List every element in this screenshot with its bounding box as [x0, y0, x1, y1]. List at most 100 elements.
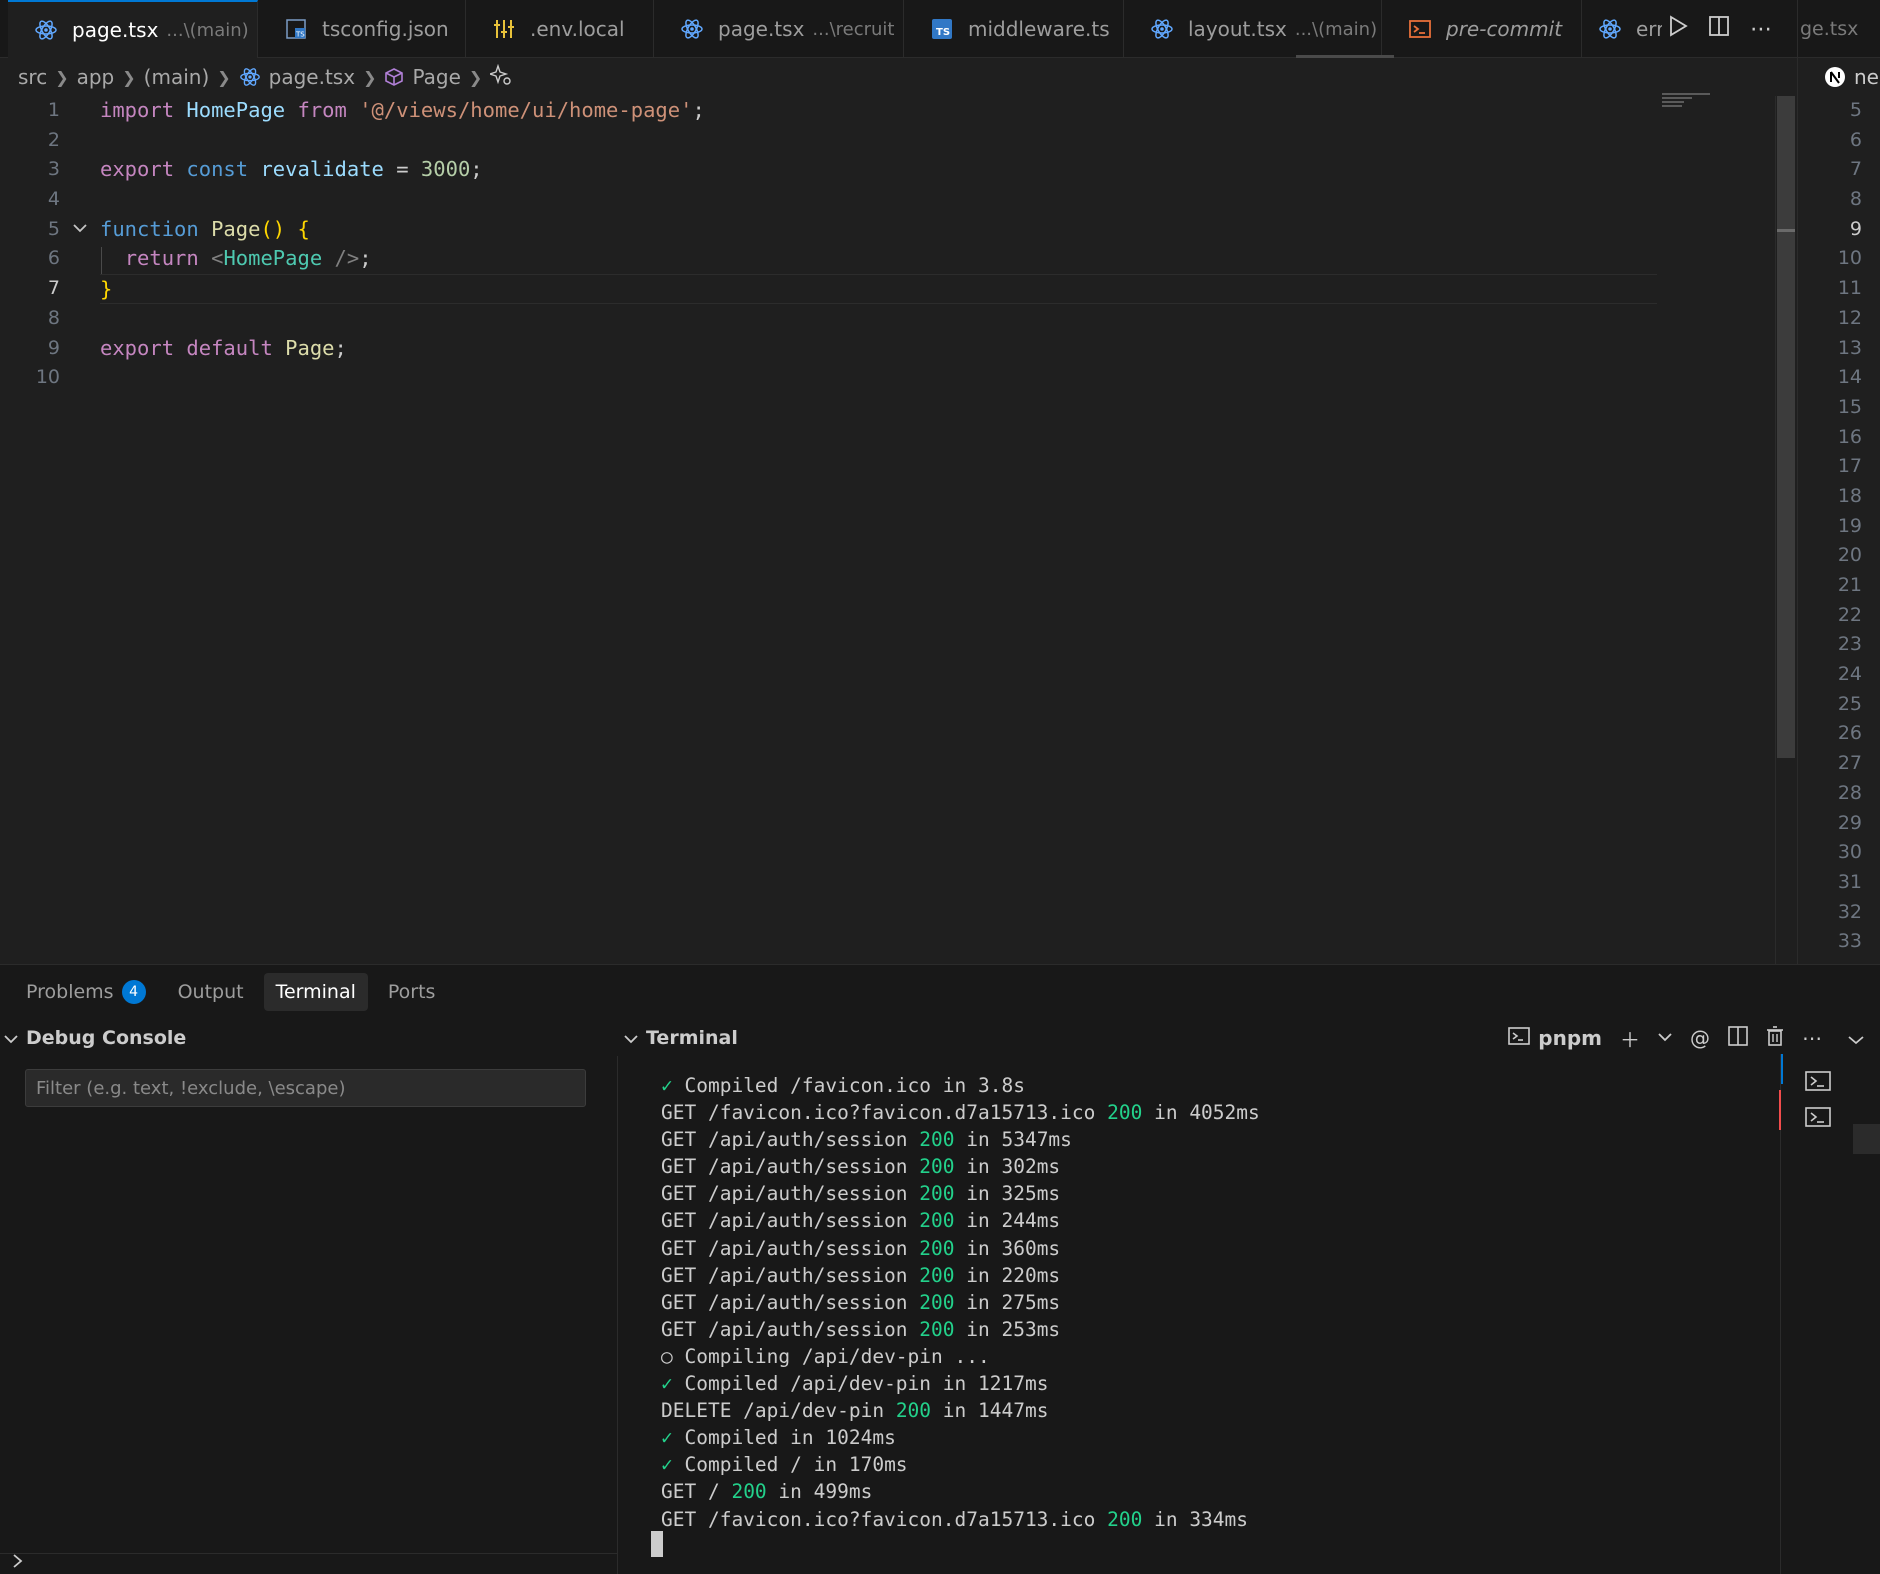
line-number: 21 — [1837, 574, 1862, 596]
at-mention-icon[interactable]: @ — [1690, 1026, 1710, 1050]
right-split-breadcrumb: ne — [1798, 58, 1880, 96]
http-status: 200 — [919, 1263, 955, 1287]
terminal-icon — [1508, 1026, 1531, 1051]
terminal-line: GET /api/auth/session 200 in 275ms — [661, 1289, 1771, 1316]
tab-problems[interactable]: Problems 4 — [14, 973, 158, 1011]
debug-console-title: Debug Console — [26, 1027, 187, 1049]
tab-pre-commit[interactable]: pre-commit — [1382, 0, 1582, 58]
line-number: 1 — [47, 99, 60, 121]
terminal-line: ○ Compiling /api/dev-pin ... — [661, 1343, 1771, 1370]
line-number: 31 — [1837, 870, 1862, 893]
fold-chevron-icon[interactable] — [72, 219, 88, 238]
tab-terminal[interactable]: Terminal — [263, 973, 368, 1011]
terminal-text: GET / — [661, 1480, 732, 1504]
chevron-right-icon: ❯ — [468, 67, 483, 87]
chevron-right-icon[interactable] — [12, 1553, 24, 1574]
tab-layout-tsx[interactable]: layout.tsx ...\(main) — [1124, 0, 1382, 58]
token: } — [100, 277, 113, 302]
debug-console-header[interactable]: Debug Console — [0, 1019, 618, 1057]
tab-tsconfig[interactable]: TS tsconfig.json — [258, 0, 466, 58]
terminal-output[interactable]: ✓ Compiled /favicon.ico in 3.8s GET /favi… — [661, 1072, 1771, 1533]
tab-page-tsx-main[interactable]: page.tsx ...\(main) ✕ — [8, 0, 258, 58]
new-terminal-icon[interactable]: ＋ — [1620, 1024, 1640, 1053]
line-number: 17 — [1837, 455, 1862, 478]
token: from — [297, 98, 347, 122]
split-terminal-icon[interactable] — [1728, 1025, 1748, 1051]
token: { — [297, 216, 310, 241]
run-icon[interactable] — [1668, 15, 1688, 43]
http-status: 200 — [1107, 1507, 1143, 1531]
tab-label: err — [1636, 17, 1662, 41]
success-check-icon: ✓ — [661, 1372, 673, 1396]
token: Page — [285, 335, 335, 360]
breadcrumb-src[interactable]: src — [18, 65, 47, 89]
terminal-line: GET /api/auth/session 200 in 244ms — [661, 1207, 1771, 1234]
tab-label: .env.local — [530, 17, 625, 41]
line-number: 14 — [1837, 366, 1862, 389]
http-status: 200 — [919, 1155, 955, 1179]
line-number: 25 — [1837, 692, 1862, 715]
scrollbar-cursor-marker — [1777, 229, 1795, 232]
tab-err[interactable]: err — [1582, 0, 1662, 58]
split-editor-icon[interactable] — [1708, 15, 1730, 43]
line-number-gutter: 1 2 3 4 5 6 7 8 9 10 — [0, 96, 60, 393]
terminal-text: GET /api/auth/session — [661, 1263, 920, 1287]
tab-label: Ports — [387, 981, 436, 1003]
react-icon — [1598, 17, 1622, 41]
chevron-down-icon[interactable] — [1848, 1026, 1864, 1050]
terminal-text: Compiled / in 170ms — [672, 1453, 908, 1477]
terminal-profile-name: pnpm — [1538, 1026, 1602, 1050]
line-number: 15 — [1837, 395, 1862, 418]
terminal-error-marker — [1779, 1090, 1781, 1130]
nextjs-icon — [1824, 66, 1846, 88]
breadcrumb-app[interactable]: app — [77, 65, 115, 89]
minimap[interactable] — [1662, 93, 1714, 113]
line-number: 11 — [1837, 277, 1862, 300]
line-number: 28 — [1837, 781, 1862, 804]
line-number: 6 — [1849, 128, 1862, 151]
right-split-editor[interactable]: ne 5 6 7 8 9 10 11 12 13 14 15 16 17 18 19 20 21 22 23 24 25… — [1797, 58, 1880, 964]
line-number: 33 — [1837, 930, 1862, 953]
tab-middleware[interactable]: TS middleware.ts — [904, 0, 1124, 58]
terminal-text: GET /favicon.ico?favicon.d7a15713.ico — [661, 1101, 1108, 1125]
breadcrumb-file[interactable]: page.tsx — [269, 65, 355, 89]
editor-scrollbar-thumb[interactable] — [1777, 96, 1795, 758]
tab-env-local[interactable]: .env.local — [466, 0, 654, 58]
terminal-profile[interactable]: pnpm — [1508, 1026, 1602, 1051]
tab-ports[interactable]: Ports — [376, 973, 448, 1011]
chevron-down-icon[interactable] — [1658, 1030, 1672, 1046]
code-line: import HomePage from '@/views/home/ui/ho… — [100, 96, 1795, 126]
more-actions-icon[interactable]: ⋯ — [1750, 17, 1772, 42]
terminal-title: Terminal — [646, 1027, 738, 1049]
line-number: 5 — [47, 217, 60, 240]
terminal-line: ✓ Compiled in 1024ms — [661, 1424, 1771, 1451]
token: default — [186, 335, 273, 360]
code-line: export const revalidate = 3000; — [100, 155, 1795, 185]
chevron-right-icon: ❯ — [363, 67, 377, 87]
http-status: 200 — [919, 1182, 955, 1206]
trash-icon[interactable] — [1766, 1025, 1784, 1051]
debug-filter-input[interactable] — [25, 1069, 586, 1107]
more-actions-icon[interactable]: ⋯ — [1802, 1026, 1822, 1050]
line-number-current: 7 — [47, 277, 60, 300]
terminal-icon[interactable] — [1805, 1070, 1831, 1092]
breadcrumb-symbol[interactable]: Page — [412, 65, 460, 89]
svg-text:TS: TS — [936, 27, 950, 38]
terminal-icon[interactable] — [1805, 1106, 1831, 1128]
token: 3000 — [420, 157, 471, 182]
breadcrumb-main[interactable]: (main) — [144, 65, 210, 89]
code-line: return <HomePage />; — [100, 244, 1795, 274]
tab-output[interactable]: Output — [166, 973, 256, 1011]
tab-page-tsx-recruit[interactable]: page.tsx ...\recruit — [654, 0, 904, 58]
http-status: 200 — [919, 1236, 955, 1260]
terminal-duration: in 334ms — [1142, 1507, 1249, 1531]
sparkle-icon[interactable] — [488, 63, 512, 91]
tab-label: middleware.ts — [968, 17, 1110, 41]
http-status: 200 — [895, 1399, 932, 1423]
right-split-tab[interactable]: ge.tsx — [1797, 0, 1880, 58]
code-lines[interactable]: import HomePage from '@/views/home/ui/ho… — [100, 96, 1795, 393]
code-editor[interactable]: 1 2 3 4 5 6 7 8 9 10 import HomePage fro… — [0, 96, 1795, 964]
tab-label: pre-commit — [1446, 17, 1563, 41]
